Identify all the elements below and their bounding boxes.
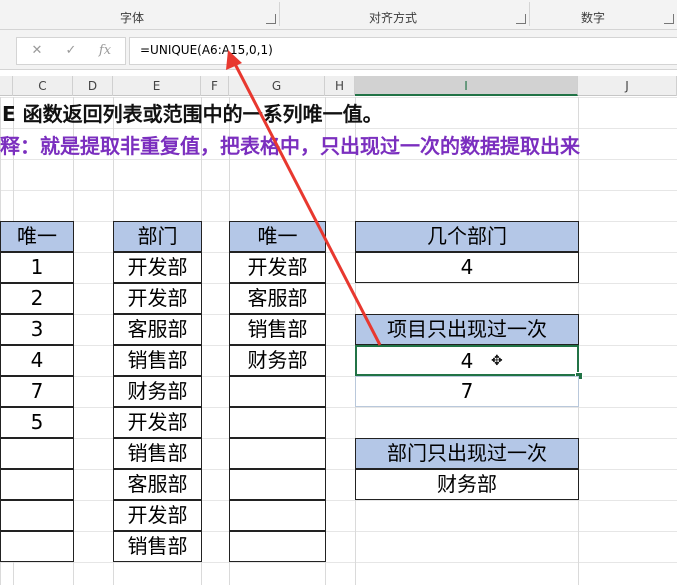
col-e-cell[interactable]: 开发部 [113, 500, 202, 531]
col-g-cell[interactable]: 开发部 [229, 252, 326, 283]
col-g-cell[interactable] [229, 469, 326, 500]
alignment-dialog-launcher-icon[interactable] [516, 14, 526, 24]
formula-input[interactable]: =UNIQUE(A6:A15,0,1) [129, 37, 677, 65]
ribbon-group-number-label: 数字 [581, 11, 606, 25]
col-g-cell[interactable] [229, 407, 326, 438]
col-e-cell[interactable]: 开发部 [113, 283, 202, 314]
column-header-j[interactable]: J [578, 76, 677, 96]
column-header-h[interactable]: H [325, 76, 355, 96]
ribbon-group-font-label: 字体 [120, 11, 145, 25]
column-header-i[interactable]: I [355, 76, 578, 96]
fx-button[interactable]: fx [93, 41, 117, 61]
formula-buttons: ✕ ✓ fx [16, 37, 126, 65]
explanation-text: 释：就是提取非重复值，把表格中，只出现过一次的数据提取出来 [0, 134, 580, 158]
item-once-header[interactable]: 项目只出现过一次 [355, 314, 579, 345]
col-g-cell[interactable]: 财务部 [229, 345, 326, 376]
dept-once-value[interactable]: 财务部 [355, 469, 579, 500]
col-e-cell[interactable]: 客服部 [113, 314, 202, 345]
col-e-cell[interactable]: 销售部 [113, 438, 202, 469]
col-c-cell[interactable] [0, 531, 74, 562]
item-once-cell[interactable]: 7 [355, 376, 579, 407]
font-dialog-launcher-icon[interactable] [266, 14, 276, 24]
col-e-cell[interactable]: 销售部 [113, 345, 202, 376]
col-g-cell[interactable] [229, 376, 326, 407]
cell-cursor-icon: ✥ [491, 353, 503, 369]
item-once-cell-selected[interactable]: 4 ✥ [355, 345, 579, 376]
check-icon[interactable]: ✓ [59, 41, 83, 61]
col-c-cell[interactable] [0, 500, 74, 531]
dept-count-header[interactable]: 几个部门 [355, 221, 579, 252]
col-e-cell[interactable]: 财务部 [113, 376, 202, 407]
formula-text: =UNIQUE(A6:A15,0,1) [140, 43, 273, 57]
description-text: E 函数返回列表或范围中的一系列唯一值。 [2, 102, 383, 126]
col-g-cell[interactable] [229, 531, 326, 562]
column-header-f[interactable]: F [201, 76, 229, 96]
col-c-header[interactable]: 唯一 [0, 221, 74, 252]
column-header-row: C D E F G H I J [0, 76, 677, 96]
ribbon-divider [279, 2, 280, 26]
column-header-g[interactable]: G [229, 76, 325, 96]
col-e-cell[interactable]: 销售部 [113, 531, 202, 562]
col-c-cell[interactable]: 4 [0, 345, 74, 376]
col-c-cell[interactable]: 2 [0, 283, 74, 314]
col-c-cell[interactable]: 7 [0, 376, 74, 407]
col-e-header[interactable]: 部门 [113, 221, 202, 252]
col-g-cell[interactable] [229, 500, 326, 531]
col-e-cell[interactable]: 开发部 [113, 252, 202, 283]
col-g-cell[interactable]: 销售部 [229, 314, 326, 345]
col-c-cell[interactable]: 1 [0, 252, 74, 283]
column-header-c[interactable]: C [13, 76, 73, 96]
column-header-b[interactable] [0, 76, 13, 96]
column-header-d[interactable]: D [73, 76, 113, 96]
dept-count-value[interactable]: 4 [355, 252, 579, 283]
item-once-value: 4 [460, 349, 474, 373]
close-icon[interactable]: ✕ [25, 41, 49, 61]
col-g-header[interactable]: 唯一 [229, 221, 326, 252]
number-dialog-launcher-icon[interactable] [664, 14, 674, 24]
formula-bar: ✕ ✓ fx =UNIQUE(A6:A15,0,1) [0, 30, 677, 70]
col-c-cell[interactable]: 5 [0, 407, 74, 438]
col-g-cell[interactable]: 客服部 [229, 283, 326, 314]
col-c-cell[interactable] [0, 438, 74, 469]
column-header-e[interactable]: E [113, 76, 201, 96]
ribbon-group-alignment-label: 对齐方式 [369, 11, 418, 25]
col-e-cell[interactable]: 开发部 [113, 407, 202, 438]
col-c-cell[interactable]: 3 [0, 314, 74, 345]
dept-once-header[interactable]: 部门只出现过一次 [355, 438, 579, 469]
ribbon-divider [529, 2, 530, 26]
ribbon-group-bar: 字体 对齐方式 数字 [0, 0, 677, 30]
col-e-cell[interactable]: 客服部 [113, 469, 202, 500]
col-c-cell[interactable] [0, 469, 74, 500]
col-g-cell[interactable] [229, 438, 326, 469]
